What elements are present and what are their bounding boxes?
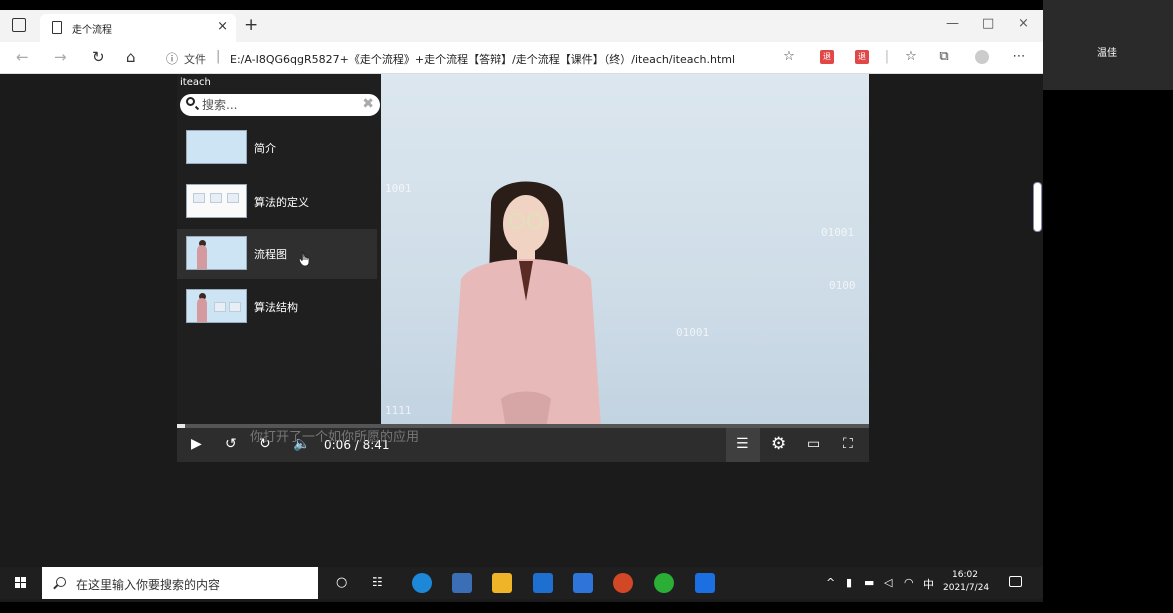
chapter-search[interactable]: ✖ — [180, 94, 380, 116]
tab-active[interactable]: 走个流程 × — [40, 14, 236, 42]
store-icon[interactable] — [452, 573, 472, 593]
chapter-label: 流程图 — [254, 248, 287, 261]
page-content: iteach ✖ 简介 — [0, 74, 1043, 570]
file-explorer-icon[interactable] — [492, 573, 512, 593]
notification-icon[interactable] — [1009, 576, 1022, 587]
hand-cursor-icon — [299, 251, 310, 267]
taskbar-clock[interactable]: 16:02 2021/7/24 — [943, 569, 990, 595]
task-view-icon[interactable]: ☷ — [372, 575, 383, 589]
powerpoint-icon[interactable] — [613, 573, 633, 593]
url-text[interactable]: E:/A-I8QG6qgR5827+《走个流程》+走个流程【答辩】/走个流程【课… — [230, 51, 735, 67]
maximize-button[interactable]: □ — [982, 16, 994, 31]
video-subtitle: 你打开了一个如你所愿的应用 — [250, 430, 420, 445]
extension-icon-2[interactable]: 退 — [855, 50, 869, 64]
search-icon — [56, 577, 66, 587]
tab-close-button[interactable]: × — [217, 19, 228, 34]
video-digits: 01001 — [676, 326, 710, 339]
taskbar-search[interactable]: 在这里输入你要搜索的内容 — [42, 567, 318, 599]
new-tab-button[interactable]: + — [244, 15, 258, 35]
collections-icon[interactable]: ⧉ — [937, 50, 951, 64]
participant-name: 温佳 — [1097, 48, 1117, 59]
fullscreen-icon[interactable]: ⛶ — [843, 436, 853, 452]
chapter-sidebar: iteach ✖ 简介 — [177, 74, 381, 424]
chapter-thumbnail — [186, 130, 247, 164]
tab-actions-icon[interactable] — [12, 18, 26, 32]
chapter-thumbnail — [186, 236, 247, 270]
tab-title: 走个流程 — [72, 25, 112, 36]
chapter-item-intro[interactable]: 简介 — [177, 123, 377, 173]
presenter-figure — [451, 181, 601, 424]
taskbar-search-placeholder: 在这里输入你要搜索的内容 — [76, 578, 221, 592]
tray-expand-icon[interactable]: ^ — [826, 576, 835, 589]
screen: 走个流程 × + — □ × ← → ↻ ⌂ ⓘ 文件 | E:/A-I8QG6… — [0, 0, 1173, 613]
home-icon[interactable]: ⌂ — [126, 48, 136, 66]
wechat-icon[interactable] — [654, 573, 674, 593]
forward-icon[interactable]: → — [54, 48, 67, 66]
close-window-button[interactable]: × — [1018, 16, 1029, 31]
search-icon — [186, 97, 195, 106]
bird-app-icon[interactable] — [573, 573, 593, 593]
battery-icon[interactable]: ▬ — [864, 576, 874, 589]
tab-bar: 走个流程 × + — □ × — [0, 10, 1043, 42]
clock-date: 2021/7/24 — [943, 583, 990, 593]
chapter-item-flowchart[interactable]: 流程图 — [177, 229, 377, 279]
windows-start-icon[interactable] — [15, 577, 27, 589]
list-icon: ☰ — [736, 436, 749, 452]
chapter-item-definition[interactable]: 算法的定义 — [177, 177, 377, 227]
chapter-thumbnail — [186, 184, 247, 218]
browser-window: 走个流程 × + — □ × ← → ↻ ⌂ ⓘ 文件 | E:/A-I8QG6… — [0, 10, 1043, 602]
speaker-icon[interactable]: ◁ — [884, 576, 892, 589]
iteach-player: iteach ✖ 简介 — [177, 74, 869, 462]
chapter-thumbnail — [186, 289, 247, 323]
mail-icon[interactable] — [533, 573, 553, 593]
video-digits: 01001 — [821, 226, 855, 239]
favorite-add-icon[interactable]: ☆ — [782, 50, 796, 64]
back-icon[interactable]: ← — [16, 48, 29, 66]
search-input[interactable] — [202, 96, 352, 114]
windows-taskbar: 在这里输入你要搜索的内容 ○ ☷ ^ ▮ ▬ ◁ ◠ 中 16:02 2021/… — [0, 567, 1043, 599]
info-icon[interactable]: ⓘ — [166, 50, 178, 67]
page-scrollbar[interactable] — [1033, 182, 1042, 232]
url-field[interactable]: ⓘ 文件 | E:/A-I8QG6qgR5827+《走个流程》+走个流程【答辩】… — [160, 46, 810, 70]
address-bar: ← → ↻ ⌂ ⓘ 文件 | E:/A-I8QG6qgR5827+《走个流程》+… — [0, 42, 1043, 74]
video-digits: 0100 — [829, 279, 856, 292]
clear-search-icon[interactable]: ✖ — [362, 96, 374, 112]
profile-avatar[interactable] — [975, 50, 989, 64]
video-digits: 1111 — [385, 404, 412, 417]
chapter-item-structure[interactable]: 算法结构 — [177, 282, 377, 332]
url-scheme-label: 文件 — [184, 53, 206, 66]
minimize-button[interactable]: — — [946, 16, 959, 31]
url-separator: | — [216, 49, 221, 64]
toolbar-divider: | — [884, 49, 890, 64]
rewind-icon[interactable]: ↺ — [225, 436, 237, 452]
participant-panel: 温佳 — [1043, 0, 1173, 90]
edge-icon[interactable] — [412, 573, 432, 593]
favorites-icon[interactable]: ☆ — [904, 50, 918, 64]
chapters-toggle-button[interactable]: ☰ — [726, 428, 760, 462]
chapter-label: 算法的定义 — [254, 196, 309, 209]
chapter-label: 算法结构 — [254, 301, 298, 314]
wifi-icon[interactable]: ◠ — [904, 576, 914, 589]
clock-time: 16:02 — [952, 570, 978, 580]
settings-gear-icon[interactable]: ⚙ — [771, 434, 786, 454]
picture-in-picture-icon[interactable]: ▭ — [807, 436, 820, 452]
extension-icon[interactable]: 退 — [820, 50, 834, 64]
video-digits: 1001 — [385, 182, 412, 195]
play-icon[interactable]: ▶ — [191, 436, 202, 452]
video-frame[interactable]: 1001 01001 0100 01001 1111 — [381, 74, 869, 424]
meeting-app-icon[interactable] — [695, 573, 715, 593]
cortana-icon[interactable]: ○ — [336, 575, 347, 590]
refresh-icon[interactable]: ↻ — [92, 48, 105, 66]
page-icon — [52, 21, 62, 34]
chapter-label: 简介 — [254, 142, 276, 155]
usb-icon[interactable]: ▮ — [846, 576, 852, 589]
more-icon[interactable]: ⋯ — [1012, 50, 1026, 64]
brand-label: iteach — [180, 77, 211, 88]
ime-indicator[interactable]: 中 — [923, 576, 934, 592]
